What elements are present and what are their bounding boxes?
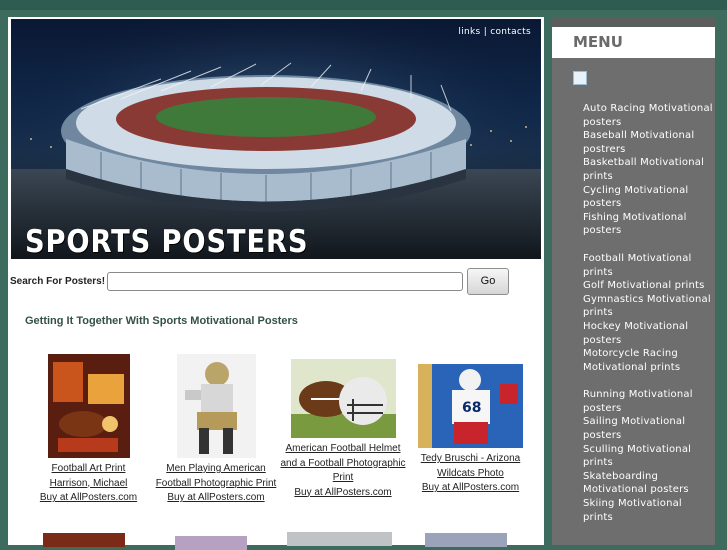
product-title-line[interactable]: Men Playing American	[155, 462, 277, 477]
product-title-line[interactable]: Football Photographic Print	[155, 477, 277, 492]
menu-item[interactable]: Auto Racing Motivational posters	[583, 102, 713, 129]
menu-item[interactable]: Skateboarding Motivational posters	[583, 470, 713, 497]
menu-item[interactable]: Basketball Motivational prints	[583, 156, 713, 183]
links-link[interactable]: links	[458, 27, 480, 37]
product-title-line[interactable]: Football Art Print	[33, 462, 144, 477]
menu-item[interactable]: Baseball Motivational postrers	[583, 129, 713, 156]
menu-item[interactable]: Skiing Motivational prints	[583, 497, 713, 524]
helmet-football-thumb-icon[interactable]	[290, 359, 396, 438]
product-card: 68 Tedy Bruschi - Arizona Wildcats Photo…	[413, 364, 528, 496]
buy-link[interactable]: Buy at AllPosters.com	[33, 491, 144, 506]
menu-item[interactable]: Fishing Motivational posters	[583, 211, 713, 238]
menu-title: MENU	[552, 27, 715, 58]
menu-item[interactable]: Sailing Motivational posters	[583, 415, 713, 442]
buy-link[interactable]: Buy at AllPosters.com	[278, 486, 408, 501]
menu-gap	[583, 374, 713, 388]
menu-list: Auto Racing Motivational posters Baseball…	[583, 102, 713, 524]
product-title-line[interactable]: American Football Helmet	[278, 442, 408, 457]
product-title-line[interactable]: Wildcats Photo	[413, 467, 528, 482]
links-separator: |	[483, 27, 488, 37]
buy-link[interactable]: Buy at AllPosters.com	[155, 491, 277, 506]
menu-item[interactable]: Cycling Motivational posters	[583, 184, 713, 211]
search-label: Search For Posters!	[10, 275, 106, 287]
menu-item[interactable]: Golf Motivational prints	[583, 279, 713, 293]
svg-text:68: 68	[462, 400, 481, 416]
sidebar-top-bar	[552, 17, 715, 27]
product-card: American Football Helmet and a Football …	[278, 359, 408, 500]
menu-item[interactable]: Motorcycle Racing Motivational prints	[583, 347, 713, 374]
product-title-line[interactable]: Harrison, Michael	[33, 477, 144, 492]
go-button[interactable]: Go	[467, 267, 509, 295]
bruschi-thumb-icon[interactable]: 68	[418, 364, 523, 448]
menu-gap	[583, 238, 713, 252]
product-card: Football Art Print Harrison, Michael Buy…	[33, 354, 144, 506]
search-row: Search For Posters! Go	[10, 267, 530, 295]
product-title-line[interactable]: and a Football Photographic	[278, 457, 408, 472]
sidebar-icon[interactable]	[573, 71, 587, 85]
product-card: Men Playing American Football Photograph…	[155, 354, 277, 506]
product-title-line[interactable]: Print	[278, 471, 408, 486]
header-banner: links | contacts SPORTS POSTERS	[11, 19, 541, 259]
contacts-link[interactable]: contacts	[490, 27, 531, 37]
next-row-thumb[interactable]	[287, 532, 392, 546]
menu-item[interactable]: Hockey Motivational posters	[583, 320, 713, 347]
main-content: links | contacts SPORTS POSTERS Search F…	[8, 17, 544, 550]
page-top-band	[0, 0, 727, 10]
menu-item[interactable]: Running Motivational posters	[583, 388, 713, 415]
top-links: links | contacts	[458, 27, 531, 37]
stadium-photo-icon	[11, 19, 541, 259]
football-player-thumb-icon[interactable]	[176, 354, 256, 458]
menu-item[interactable]: Football Motivational prints	[583, 252, 713, 279]
site-logo[interactable]: SPORTS POSTERS	[25, 224, 308, 259]
next-row-thumb[interactable]	[175, 536, 247, 550]
menu-item[interactable]: Sculling Motivational prints	[583, 443, 713, 470]
section-heading: Getting It Together With Sports Motivati…	[25, 315, 298, 327]
buy-link[interactable]: Buy at AllPosters.com	[413, 481, 528, 496]
sidebar: MENU Auto Racing Motivational posters Bas…	[552, 17, 715, 545]
football-art-thumb-icon[interactable]	[47, 354, 130, 458]
search-input[interactable]	[107, 271, 463, 291]
menu-item[interactable]: Gymnastics Motivational prints	[583, 293, 713, 320]
product-title-line[interactable]: Tedy Bruschi - Arizona	[413, 452, 528, 467]
